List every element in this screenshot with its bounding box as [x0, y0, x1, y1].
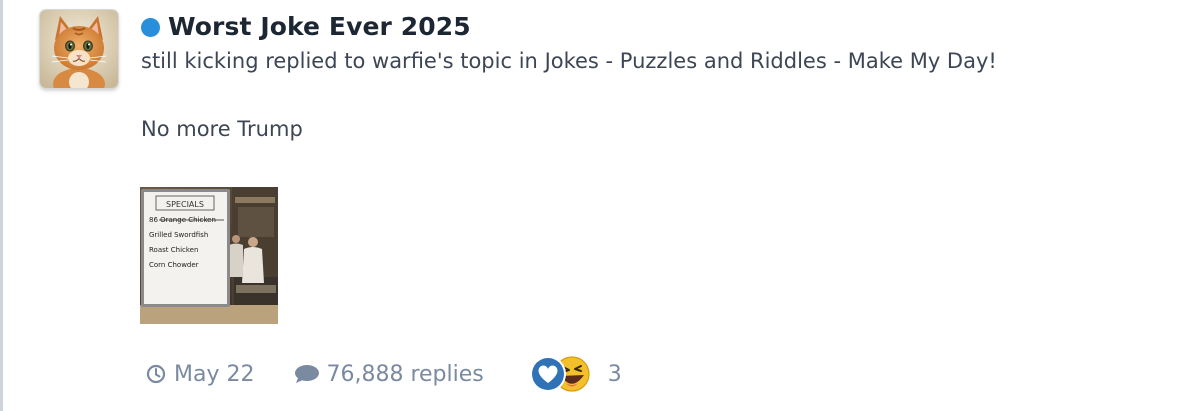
specials-board-photo: SPECIALS 86 Orange Chicken Grilled Sword…	[140, 187, 278, 324]
board-item-3: Roast Chicken	[149, 246, 198, 254]
forum-link[interactable]: Jokes - Puzzles and Riddles - Make My Da…	[545, 49, 997, 73]
board-heading: SPECIALS	[166, 200, 204, 209]
post-meta-row: May 22 76,888 replies 3	[146, 356, 622, 392]
reply-count[interactable]: 76,888 replies	[326, 362, 483, 387]
author-link[interactable]: still kicking	[141, 49, 259, 73]
post-snippet: No more Trump	[141, 117, 303, 141]
replies-meta: 76,888 replies	[294, 362, 484, 387]
unread-status-dot	[141, 18, 160, 37]
post-attachment-image[interactable]: SPECIALS 86 Orange Chicken Grilled Sword…	[140, 187, 278, 324]
topic-title[interactable]: Worst Joke Ever 2025	[168, 12, 471, 41]
activity-stream-item: Worst Joke Ever 2025 still kicking repli…	[0, 0, 1200, 411]
comment-icon	[295, 365, 320, 383]
topic-title-row: Worst Joke Ever 2025	[141, 8, 471, 44]
reactions-summary[interactable]: 3	[528, 354, 622, 394]
activity-line: still kicking replied to warfie's topic …	[141, 49, 997, 73]
clock-icon	[146, 364, 166, 384]
board-item-2: Grilled Swordfish	[149, 231, 208, 239]
reaction-count: 3	[607, 361, 622, 387]
activity-action: replied to	[265, 49, 366, 73]
topic-owner-link[interactable]: warfie's topic	[372, 49, 512, 73]
left-border	[0, 0, 3, 411]
user-avatar[interactable]	[40, 10, 118, 88]
board-item-4: Corn Chowder	[149, 261, 199, 269]
activity-preposition: in	[518, 49, 538, 73]
heart-reaction-icon	[529, 356, 566, 392]
kitten-avatar-image	[40, 10, 118, 88]
date-meta: May 22	[146, 362, 254, 387]
post-date[interactable]: May 22	[174, 362, 254, 387]
reaction-icons	[529, 356, 590, 392]
